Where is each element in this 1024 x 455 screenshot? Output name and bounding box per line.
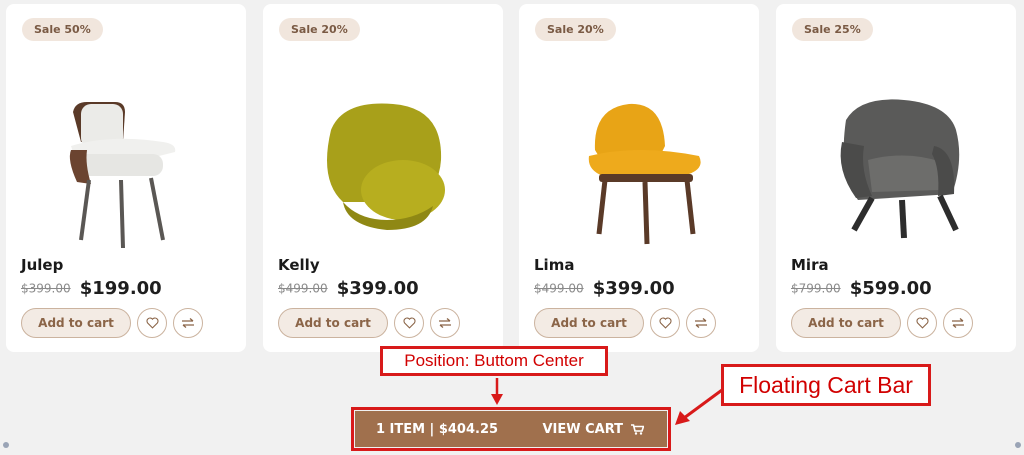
card-actions: Add to cart [534,308,716,338]
wishlist-button[interactable] [907,308,937,338]
sale-badge: Sale 20% [535,18,616,41]
position-annotation: Position: Buttom Center [380,346,608,376]
price-block: $499.00 $399.00 [278,278,419,299]
wishlist-button[interactable] [650,308,680,338]
product-name[interactable]: Julep [21,256,63,274]
sale-price: $199.00 [79,278,162,299]
scroll-dot [1015,442,1021,448]
sale-badge: Sale 50% [22,18,103,41]
card-actions: Add to cart [278,308,460,338]
old-price: $499.00 [534,281,584,296]
price-block: $399.00 $199.00 [21,278,162,299]
add-to-cart-button[interactable]: Add to cart [278,308,388,338]
sale-badge: Sale 25% [792,18,873,41]
floating-cart-annotation: Floating Cart Bar [721,364,931,406]
compare-button[interactable] [430,308,460,338]
scroll-dot [3,442,9,448]
old-price: $399.00 [21,281,71,296]
sale-price: $399.00 [592,278,675,299]
heart-icon [659,317,671,329]
compare-icon [182,318,194,328]
arrow-down-icon [491,378,503,405]
sale-price: $399.00 [336,278,419,299]
compare-icon [439,318,451,328]
floating-cart-bar[interactable]: 1 ITEM | $404.25 VIEW CART [355,411,667,447]
product-grid: Sale 50% Julep $399.00 $199.00 Add to ca… [6,4,1018,352]
product-name[interactable]: Kelly [278,256,320,274]
product-card-mira[interactable]: Sale 25% Mira $799.00 $599.00 Add to car… [776,4,1016,352]
add-to-cart-button[interactable]: Add to cart [21,308,131,338]
compare-button[interactable] [173,308,203,338]
product-name[interactable]: Mira [791,256,829,274]
card-actions: Add to cart [791,308,973,338]
price-block: $799.00 $599.00 [791,278,932,299]
product-image-julep[interactable] [6,90,246,256]
card-actions: Add to cart [21,308,203,338]
add-to-cart-button[interactable]: Add to cart [534,308,644,338]
sale-price: $599.00 [849,278,932,299]
wishlist-button[interactable] [137,308,167,338]
product-card-kelly[interactable]: Sale 20% Kelly $499.00 $399.00 Add to ca… [263,4,503,352]
sale-badge: Sale 20% [279,18,360,41]
product-name[interactable]: Lima [534,256,574,274]
add-to-cart-button[interactable]: Add to cart [791,308,901,338]
view-cart-label: VIEW CART [542,421,623,437]
wishlist-button[interactable] [394,308,424,338]
arrow-left-icon [675,388,723,425]
compare-icon [952,318,964,328]
view-cart-button[interactable]: VIEW CART [519,422,667,437]
cart-icon [630,423,645,435]
product-card-lima[interactable]: Sale 20% Lima $499.00 $399.00 Add to car… [519,4,759,352]
product-image-mira[interactable] [776,90,1016,256]
compare-button[interactable] [686,308,716,338]
compare-button[interactable] [943,308,973,338]
product-card-julep[interactable]: Sale 50% Julep $399.00 $199.00 Add to ca… [6,4,246,352]
old-price: $799.00 [791,281,841,296]
heart-icon [146,317,158,329]
price-block: $499.00 $399.00 [534,278,675,299]
compare-icon [695,318,707,328]
heart-icon [403,317,415,329]
product-image-kelly[interactable] [263,90,503,256]
old-price: $499.00 [278,281,328,296]
heart-icon [916,317,928,329]
cart-summary[interactable]: 1 ITEM | $404.25 [355,422,519,437]
product-image-lima[interactable] [519,90,759,256]
